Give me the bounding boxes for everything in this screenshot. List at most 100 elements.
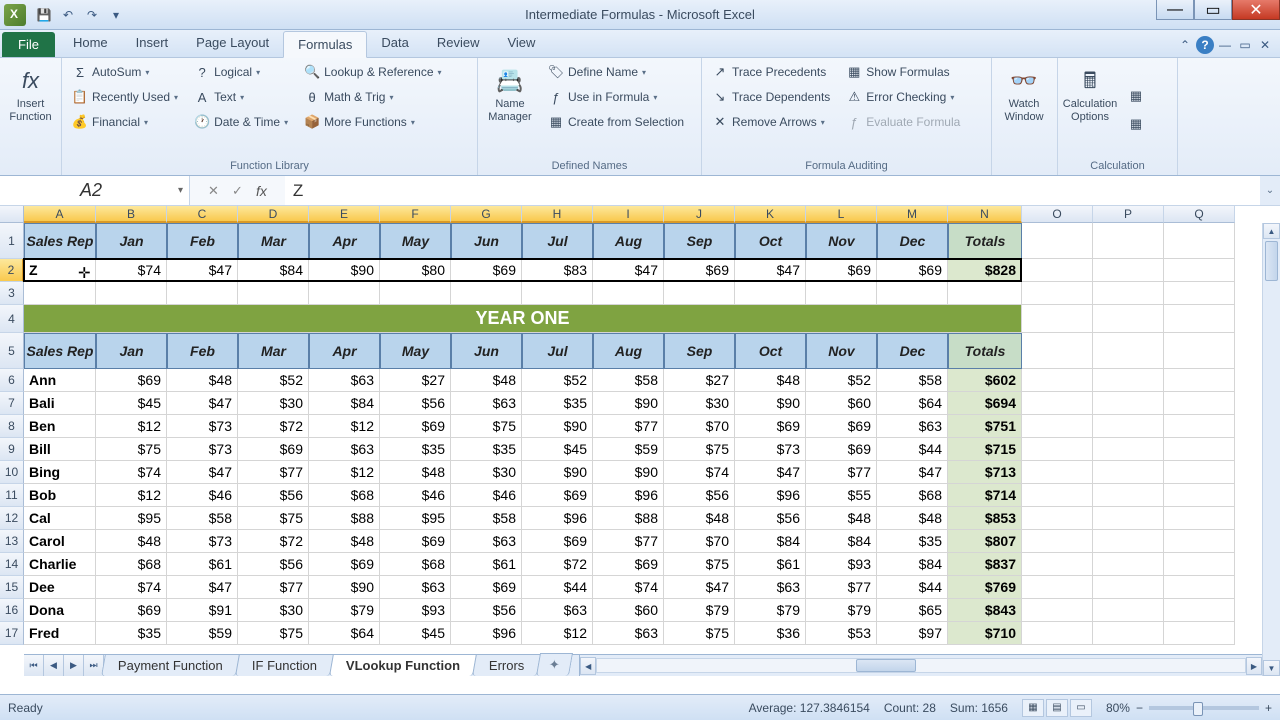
cell[interactable]: $69 <box>96 369 167 392</box>
cancel-icon[interactable]: ✕ <box>208 183 224 199</box>
cell[interactable]: $59 <box>593 438 664 461</box>
cell[interactable] <box>1093 553 1164 576</box>
cell[interactable]: $74 <box>593 576 664 599</box>
header-jan[interactable]: Jan <box>96 223 167 259</box>
header2-sep[interactable]: Sep <box>664 333 735 369</box>
remove-arrows-button[interactable]: ✕Remove Arrows <box>706 111 836 133</box>
cell[interactable]: $48 <box>877 507 948 530</box>
next-sheet-button[interactable]: ▶ <box>64 655 84 676</box>
row-header-11[interactable]: 11 <box>0 484 24 507</box>
cell-totals[interactable]: $713 <box>948 461 1022 484</box>
sheet-tab-if-function[interactable]: IF Function <box>235 654 334 676</box>
cell[interactable]: $69 <box>593 553 664 576</box>
cell[interactable]: $90 <box>735 392 806 415</box>
save-button[interactable]: 💾 <box>32 4 56 26</box>
cell[interactable]: $61 <box>735 553 806 576</box>
recent-button[interactable]: 📋Recently Used <box>66 86 184 108</box>
cell[interactable]: $75 <box>664 622 735 645</box>
cell[interactable] <box>664 282 735 305</box>
vertical-scrollbar[interactable]: ▲ ▼ <box>1262 223 1280 676</box>
cell[interactable] <box>1093 576 1164 599</box>
cell-totals[interactable]: $751 <box>948 415 1022 438</box>
header2-feb[interactable]: Feb <box>167 333 238 369</box>
prev-sheet-button[interactable]: ◀ <box>44 655 64 676</box>
cell[interactable]: $48 <box>309 530 380 553</box>
col-header-M[interactable]: M <box>877 206 948 223</box>
cell[interactable]: $75 <box>664 553 735 576</box>
cell[interactable]: $12 <box>309 461 380 484</box>
cell[interactable]: $58 <box>593 369 664 392</box>
cell[interactable]: $35 <box>380 438 451 461</box>
show-formulas-button[interactable]: ▦Show Formulas <box>840 61 966 83</box>
cell[interactable]: $47 <box>664 576 735 599</box>
page-layout-button[interactable]: ▤ <box>1046 699 1068 717</box>
cell[interactable]: $74 <box>664 461 735 484</box>
cell[interactable]: $75 <box>451 415 522 438</box>
redo-button[interactable]: ↷ <box>80 4 104 26</box>
cell[interactable] <box>1093 415 1164 438</box>
cell[interactable] <box>1164 553 1235 576</box>
cell[interactable]: $77 <box>806 576 877 599</box>
row-header-3[interactable]: 3 <box>0 282 24 305</box>
cell[interactable]: $75 <box>664 438 735 461</box>
cell[interactable] <box>1022 282 1093 305</box>
autosum-button[interactable]: ΣAutoSum <box>66 61 184 83</box>
row-header-2[interactable]: 2 <box>0 259 24 282</box>
zoom-out-button[interactable]: − <box>1136 701 1143 715</box>
row-header-8[interactable]: 8 <box>0 415 24 438</box>
doc-restore-button[interactable]: ▭ <box>1236 36 1254 54</box>
cell[interactable]: $45 <box>522 438 593 461</box>
cell[interactable]: $90 <box>593 392 664 415</box>
header2-sales-rep[interactable]: Sales Rep <box>24 333 96 369</box>
cell[interactable]: $68 <box>309 484 380 507</box>
header-totals[interactable]: Totals <box>948 223 1022 259</box>
cell[interactable]: $84 <box>806 530 877 553</box>
cell[interactable]: $56 <box>238 553 309 576</box>
cell[interactable]: $45 <box>380 622 451 645</box>
lookup-button[interactable]: 🔍Lookup & Reference <box>298 61 447 83</box>
cell[interactable]: $97 <box>877 622 948 645</box>
header-feb[interactable]: Feb <box>167 223 238 259</box>
cell[interactable]: $30 <box>664 392 735 415</box>
row-header-7[interactable]: 7 <box>0 392 24 415</box>
cell[interactable]: $47 <box>877 461 948 484</box>
cell[interactable]: $48 <box>451 369 522 392</box>
cell[interactable]: $84 <box>877 553 948 576</box>
scroll-up-button[interactable]: ▲ <box>1263 223 1280 239</box>
cell[interactable]: $93 <box>380 599 451 622</box>
more-functions-button[interactable]: 📦More Functions <box>298 111 447 133</box>
cell[interactable]: $72 <box>522 553 593 576</box>
cell[interactable]: $47 <box>167 392 238 415</box>
financial-button[interactable]: 💰Financial <box>66 111 184 133</box>
cell[interactable]: $52 <box>522 369 593 392</box>
cell[interactable] <box>1022 369 1093 392</box>
math-button[interactable]: θMath & Trig <box>298 86 447 108</box>
cell[interactable]: $84 <box>735 530 806 553</box>
data-name-bob[interactable]: Bob <box>24 484 96 507</box>
cell[interactable] <box>1022 461 1093 484</box>
cell[interactable] <box>1164 392 1235 415</box>
row-header-13[interactable]: 13 <box>0 530 24 553</box>
cell[interactable]: $79 <box>806 599 877 622</box>
data-name-cal[interactable]: Cal <box>24 507 96 530</box>
cell[interactable]: $96 <box>593 484 664 507</box>
cell[interactable]: $30 <box>238 599 309 622</box>
cell[interactable]: $74 <box>96 461 167 484</box>
col-header-D[interactable]: D <box>238 206 309 223</box>
data-name-ann[interactable]: Ann <box>24 369 96 392</box>
cell[interactable]: $63 <box>451 530 522 553</box>
header2-jul[interactable]: Jul <box>522 333 593 369</box>
hscroll-thumb[interactable] <box>856 659 916 672</box>
cell-totals[interactable]: $694 <box>948 392 1022 415</box>
cell[interactable] <box>1022 259 1093 282</box>
col-header-O[interactable]: O <box>1022 206 1093 223</box>
datetime-button[interactable]: 🕐Date & Time <box>188 111 294 133</box>
cell[interactable]: $88 <box>593 507 664 530</box>
create-selection-button[interactable]: ▦Create from Selection <box>542 111 690 133</box>
cell[interactable] <box>1022 507 1093 530</box>
cell[interactable]: $74 <box>96 259 167 282</box>
cell[interactable]: $69 <box>451 576 522 599</box>
header-jun[interactable]: Jun <box>451 223 522 259</box>
cell[interactable] <box>1093 622 1164 645</box>
cell[interactable] <box>735 282 806 305</box>
